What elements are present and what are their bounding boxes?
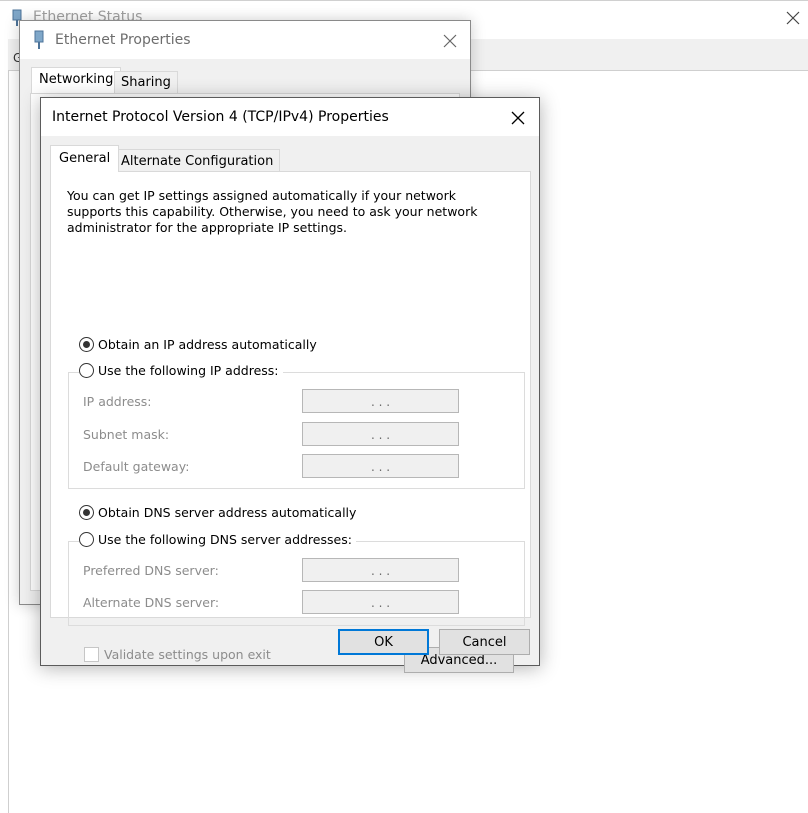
ipv4-properties-dialog: Internet Protocol Version 4 (TCP/IPv4) P… bbox=[40, 97, 540, 673]
radio-label: Obtain DNS server address automatically bbox=[98, 505, 357, 520]
ok-button[interactable]: OK bbox=[338, 629, 429, 655]
obtain-dns-auto-radio[interactable]: Obtain DNS server address automatically bbox=[79, 505, 361, 520]
preferred-dns-input[interactable]: . . . bbox=[302, 558, 459, 582]
default-gateway-label: Default gateway: bbox=[83, 459, 190, 474]
radio-button[interactable] bbox=[79, 532, 94, 547]
preferred-dns-label: Preferred DNS server: bbox=[83, 563, 219, 578]
network-adapter-icon bbox=[32, 30, 46, 50]
alternate-dns-input[interactable]: . . . bbox=[302, 590, 459, 614]
tab-sharing[interactable]: Sharing bbox=[114, 71, 178, 93]
tab-general[interactable]: General bbox=[50, 145, 120, 172]
cancel-button[interactable]: Cancel bbox=[439, 629, 530, 655]
validate-settings-checkbox-row[interactable]: Validate settings upon exit bbox=[84, 647, 271, 662]
validate-settings-checkbox[interactable] bbox=[84, 647, 99, 662]
obtain-ip-auto-radio[interactable]: Obtain an IP address automatically bbox=[79, 337, 321, 352]
subnet-mask-label: Subnet mask: bbox=[83, 427, 170, 442]
radio-button[interactable] bbox=[79, 337, 94, 352]
dialog-title: Internet Protocol Version 4 (TCP/IPv4) P… bbox=[52, 109, 389, 125]
intro-text: You can get IP settings assigned automat… bbox=[67, 188, 478, 235]
close-icon[interactable] bbox=[511, 111, 525, 125]
tab-networking[interactable]: Networking bbox=[31, 67, 122, 93]
radio-button[interactable] bbox=[79, 505, 94, 520]
close-icon[interactable] bbox=[786, 11, 800, 25]
radio-label: Use the following IP address: bbox=[98, 363, 279, 378]
ip-address-input[interactable]: . . . bbox=[302, 389, 459, 413]
subnet-mask-input[interactable]: . . . bbox=[302, 422, 459, 446]
use-following-dns-radio[interactable]: Use the following DNS server addresses: bbox=[79, 532, 356, 547]
window-title: Ethernet Properties bbox=[55, 32, 191, 48]
radio-label: Obtain an IP address automatically bbox=[98, 337, 317, 352]
ip-address-label: IP address: bbox=[83, 394, 152, 409]
default-gateway-input[interactable]: . . . bbox=[302, 454, 459, 478]
radio-label: Use the following DNS server addresses: bbox=[98, 532, 352, 547]
general-tab-page: You can get IP settings assigned automat… bbox=[50, 171, 531, 673]
radio-button[interactable] bbox=[79, 363, 94, 378]
alternate-dns-label: Alternate DNS server: bbox=[83, 595, 220, 610]
tab-alternate-configuration[interactable]: Alternate Configuration bbox=[114, 149, 281, 172]
validate-settings-label: Validate settings upon exit bbox=[104, 647, 271, 662]
close-icon[interactable] bbox=[443, 34, 457, 48]
use-following-ip-radio[interactable]: Use the following IP address: bbox=[79, 363, 283, 378]
